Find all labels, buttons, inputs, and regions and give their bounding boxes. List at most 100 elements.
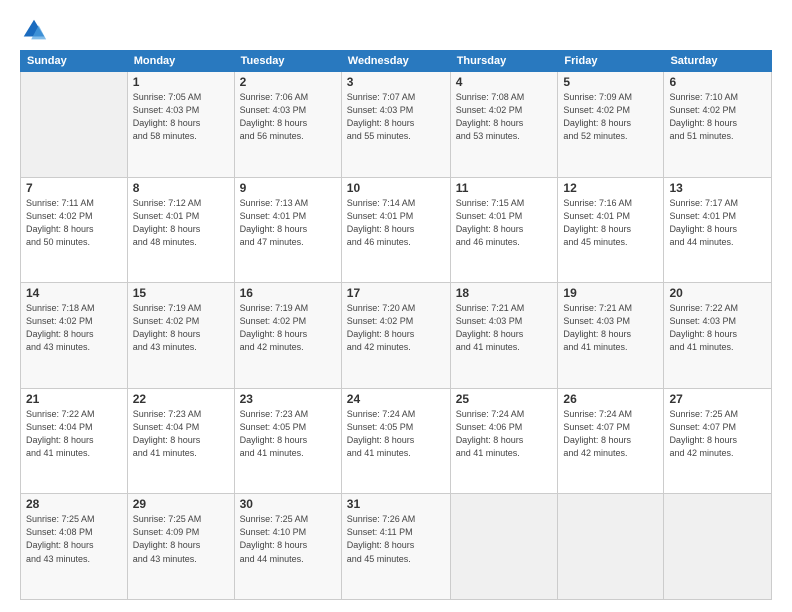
- day-info: Sunrise: 7:16 AM Sunset: 4:01 PM Dayligh…: [563, 197, 658, 249]
- calendar-day-cell: [21, 72, 128, 178]
- calendar-day-cell: [450, 494, 558, 600]
- day-info: Sunrise: 7:08 AM Sunset: 4:02 PM Dayligh…: [456, 91, 553, 143]
- day-number: 13: [669, 181, 766, 195]
- calendar-day-cell: 12Sunrise: 7:16 AM Sunset: 4:01 PM Dayli…: [558, 177, 664, 283]
- weekday-row: SundayMondayTuesdayWednesdayThursdayFrid…: [21, 51, 772, 72]
- day-info: Sunrise: 7:20 AM Sunset: 4:02 PM Dayligh…: [347, 302, 445, 354]
- day-number: 30: [240, 497, 336, 511]
- day-number: 19: [563, 286, 658, 300]
- calendar-week-row: 14Sunrise: 7:18 AM Sunset: 4:02 PM Dayli…: [21, 283, 772, 389]
- calendar-day-cell: 6 Sunrise: 7:10 AM Sunset: 4:02 PM Daylig…: [664, 72, 772, 178]
- calendar-day-cell: [558, 494, 664, 600]
- day-number: 18: [456, 286, 553, 300]
- calendar-day-cell: 15 Sunrise: 7:19 AM Sunset: 4:02 PM Dayli…: [127, 283, 234, 389]
- day-number: 20: [669, 286, 766, 300]
- calendar-week-row: 21Sunrise: 7:22 AM Sunset: 4:04 PM Dayli…: [21, 388, 772, 494]
- calendar-week-row: 7 Sunrise: 7:11 AM Sunset: 4:02 PM Daylig…: [21, 177, 772, 283]
- calendar-day-cell: 24 Sunrise: 7:24 AM Sunset: 4:05 PM Dayli…: [341, 388, 450, 494]
- day-info: Sunrise: 7:24 AM Sunset: 4:07 PM Dayligh…: [563, 408, 658, 460]
- calendar-day-cell: 23Sunrise: 7:23 AM Sunset: 4:05 PM Dayli…: [234, 388, 341, 494]
- calendar-day-cell: 5Sunrise: 7:09 AM Sunset: 4:02 PM Daylig…: [558, 72, 664, 178]
- day-info: Sunrise: 7:10 AM Sunset: 4:02 PM Dayligh…: [669, 91, 766, 143]
- day-number: 7: [26, 181, 122, 195]
- logo: [20, 16, 52, 44]
- calendar-day-cell: 26 Sunrise: 7:24 AM Sunset: 4:07 PM Dayli…: [558, 388, 664, 494]
- day-info: Sunrise: 7:26 AM Sunset: 4:11 PM Dayligh…: [347, 513, 445, 565]
- day-info: Sunrise: 7:12 AM Sunset: 4:01 PM Dayligh…: [133, 197, 229, 249]
- day-info: Sunrise: 7:22 AM Sunset: 4:04 PM Dayligh…: [26, 408, 122, 460]
- calendar-day-cell: 8 Sunrise: 7:12 AM Sunset: 4:01 PM Daylig…: [127, 177, 234, 283]
- day-number: 31: [347, 497, 445, 511]
- day-number: 16: [240, 286, 336, 300]
- day-info: Sunrise: 7:05 AM Sunset: 4:03 PM Dayligh…: [133, 91, 229, 143]
- calendar-day-cell: [664, 494, 772, 600]
- day-number: 9: [240, 181, 336, 195]
- day-number: 15: [133, 286, 229, 300]
- calendar-day-cell: 3 Sunrise: 7:07 AM Sunset: 4:03 PM Daylig…: [341, 72, 450, 178]
- day-info: Sunrise: 7:24 AM Sunset: 4:06 PM Dayligh…: [456, 408, 553, 460]
- weekday-header: Thursday: [450, 51, 558, 72]
- day-number: 17: [347, 286, 445, 300]
- day-info: Sunrise: 7:21 AM Sunset: 4:03 PM Dayligh…: [563, 302, 658, 354]
- calendar-day-cell: 19 Sunrise: 7:21 AM Sunset: 4:03 PM Dayli…: [558, 283, 664, 389]
- day-number: 1: [133, 75, 229, 89]
- day-number: 11: [456, 181, 553, 195]
- calendar-week-row: 1 Sunrise: 7:05 AM Sunset: 4:03 PM Daylig…: [21, 72, 772, 178]
- weekday-header: Saturday: [664, 51, 772, 72]
- calendar-header: SundayMondayTuesdayWednesdayThursdayFrid…: [21, 51, 772, 72]
- day-number: 29: [133, 497, 229, 511]
- day-info: Sunrise: 7:25 AM Sunset: 4:08 PM Dayligh…: [26, 513, 122, 565]
- calendar-day-cell: 11 Sunrise: 7:15 AM Sunset: 4:01 PM Dayli…: [450, 177, 558, 283]
- day-info: Sunrise: 7:14 AM Sunset: 4:01 PM Dayligh…: [347, 197, 445, 249]
- calendar-day-cell: 27 Sunrise: 7:25 AM Sunset: 4:07 PM Dayli…: [664, 388, 772, 494]
- day-number: 14: [26, 286, 122, 300]
- day-info: Sunrise: 7:19 AM Sunset: 4:02 PM Dayligh…: [240, 302, 336, 354]
- day-number: 2: [240, 75, 336, 89]
- calendar-body: 1 Sunrise: 7:05 AM Sunset: 4:03 PM Daylig…: [21, 72, 772, 600]
- weekday-header: Sunday: [21, 51, 128, 72]
- day-info: Sunrise: 7:07 AM Sunset: 4:03 PM Dayligh…: [347, 91, 445, 143]
- calendar-day-cell: 7 Sunrise: 7:11 AM Sunset: 4:02 PM Daylig…: [21, 177, 128, 283]
- calendar-day-cell: 4 Sunrise: 7:08 AM Sunset: 4:02 PM Daylig…: [450, 72, 558, 178]
- day-info: Sunrise: 7:24 AM Sunset: 4:05 PM Dayligh…: [347, 408, 445, 460]
- day-number: 26: [563, 392, 658, 406]
- weekday-header: Monday: [127, 51, 234, 72]
- calendar-day-cell: 10 Sunrise: 7:14 AM Sunset: 4:01 PM Dayli…: [341, 177, 450, 283]
- calendar-day-cell: 21Sunrise: 7:22 AM Sunset: 4:04 PM Dayli…: [21, 388, 128, 494]
- calendar-day-cell: 31 Sunrise: 7:26 AM Sunset: 4:11 PM Dayli…: [341, 494, 450, 600]
- day-number: 27: [669, 392, 766, 406]
- calendar-day-cell: 18 Sunrise: 7:21 AM Sunset: 4:03 PM Dayli…: [450, 283, 558, 389]
- day-info: Sunrise: 7:15 AM Sunset: 4:01 PM Dayligh…: [456, 197, 553, 249]
- day-number: 25: [456, 392, 553, 406]
- day-number: 24: [347, 392, 445, 406]
- calendar-day-cell: 22 Sunrise: 7:23 AM Sunset: 4:04 PM Dayli…: [127, 388, 234, 494]
- calendar-day-cell: 9 Sunrise: 7:13 AM Sunset: 4:01 PM Daylig…: [234, 177, 341, 283]
- weekday-header: Friday: [558, 51, 664, 72]
- calendar-day-cell: 1 Sunrise: 7:05 AM Sunset: 4:03 PM Daylig…: [127, 72, 234, 178]
- day-number: 4: [456, 75, 553, 89]
- day-info: Sunrise: 7:25 AM Sunset: 4:07 PM Dayligh…: [669, 408, 766, 460]
- day-number: 6: [669, 75, 766, 89]
- calendar-day-cell: 20Sunrise: 7:22 AM Sunset: 4:03 PM Dayli…: [664, 283, 772, 389]
- header: [20, 16, 772, 44]
- day-info: Sunrise: 7:13 AM Sunset: 4:01 PM Dayligh…: [240, 197, 336, 249]
- day-number: 3: [347, 75, 445, 89]
- day-info: Sunrise: 7:25 AM Sunset: 4:10 PM Dayligh…: [240, 513, 336, 565]
- day-info: Sunrise: 7:17 AM Sunset: 4:01 PM Dayligh…: [669, 197, 766, 249]
- calendar-day-cell: 25 Sunrise: 7:24 AM Sunset: 4:06 PM Dayli…: [450, 388, 558, 494]
- day-info: Sunrise: 7:21 AM Sunset: 4:03 PM Dayligh…: [456, 302, 553, 354]
- day-info: Sunrise: 7:09 AM Sunset: 4:02 PM Dayligh…: [563, 91, 658, 143]
- day-info: Sunrise: 7:19 AM Sunset: 4:02 PM Dayligh…: [133, 302, 229, 354]
- day-info: Sunrise: 7:23 AM Sunset: 4:04 PM Dayligh…: [133, 408, 229, 460]
- day-info: Sunrise: 7:11 AM Sunset: 4:02 PM Dayligh…: [26, 197, 122, 249]
- day-number: 23: [240, 392, 336, 406]
- day-info: Sunrise: 7:25 AM Sunset: 4:09 PM Dayligh…: [133, 513, 229, 565]
- day-number: 8: [133, 181, 229, 195]
- weekday-header: Tuesday: [234, 51, 341, 72]
- day-number: 22: [133, 392, 229, 406]
- weekday-header: Wednesday: [341, 51, 450, 72]
- calendar-day-cell: 28Sunrise: 7:25 AM Sunset: 4:08 PM Dayli…: [21, 494, 128, 600]
- day-number: 10: [347, 181, 445, 195]
- calendar-day-cell: 30 Sunrise: 7:25 AM Sunset: 4:10 PM Dayli…: [234, 494, 341, 600]
- calendar-day-cell: 14Sunrise: 7:18 AM Sunset: 4:02 PM Dayli…: [21, 283, 128, 389]
